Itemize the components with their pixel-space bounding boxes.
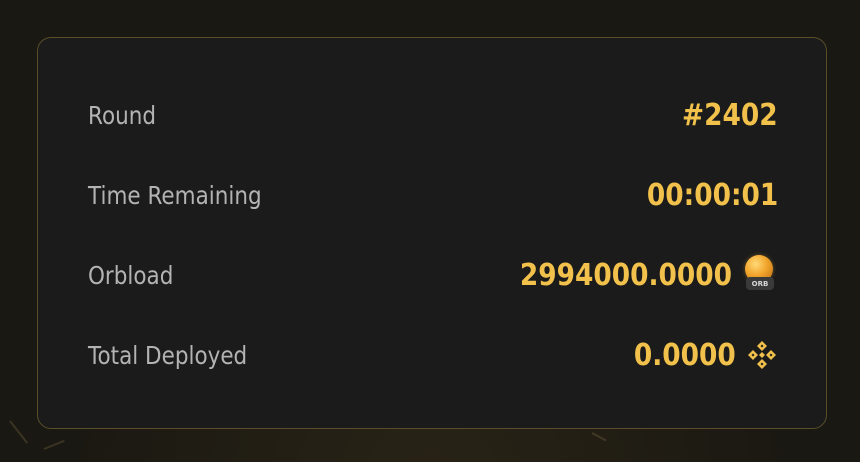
orb-token-icon: ORB <box>742 255 778 295</box>
time-remaining-row: Time Remaining 00:00:01 <box>88 175 778 215</box>
orbload-value-group: 2994000.0000 ORB <box>491 255 778 295</box>
background-decoration <box>9 420 29 444</box>
orbload-row: Orbload 2994000.0000 ORB <box>88 255 778 295</box>
orbload-label: Orbload <box>88 260 174 290</box>
orb-token-label: ORB <box>746 277 774 290</box>
bnb-icon <box>748 341 776 369</box>
total-deployed-label: Total Deployed <box>88 340 248 370</box>
total-deployed-value: 0.0000 <box>634 337 736 373</box>
background-decoration <box>43 439 65 450</box>
background-decoration <box>591 432 607 442</box>
total-deployed-row: Total Deployed 0.0000 <box>88 335 778 375</box>
round-info-panel: Round #2402 Time Remaining 00:00:01 Orbl… <box>37 37 827 429</box>
round-label: Round <box>88 100 157 130</box>
round-value-group: #2402 <box>669 98 778 133</box>
round-value: #2402 <box>682 97 778 133</box>
time-remaining-value-group: 00:00:01 <box>629 178 778 213</box>
time-remaining-label: Time Remaining <box>88 180 262 210</box>
orbload-value: 2994000.0000 <box>519 257 732 293</box>
time-remaining-value: 00:00:01 <box>646 177 778 213</box>
total-deployed-value-group: 0.0000 <box>620 338 778 373</box>
round-row: Round #2402 <box>88 95 778 135</box>
